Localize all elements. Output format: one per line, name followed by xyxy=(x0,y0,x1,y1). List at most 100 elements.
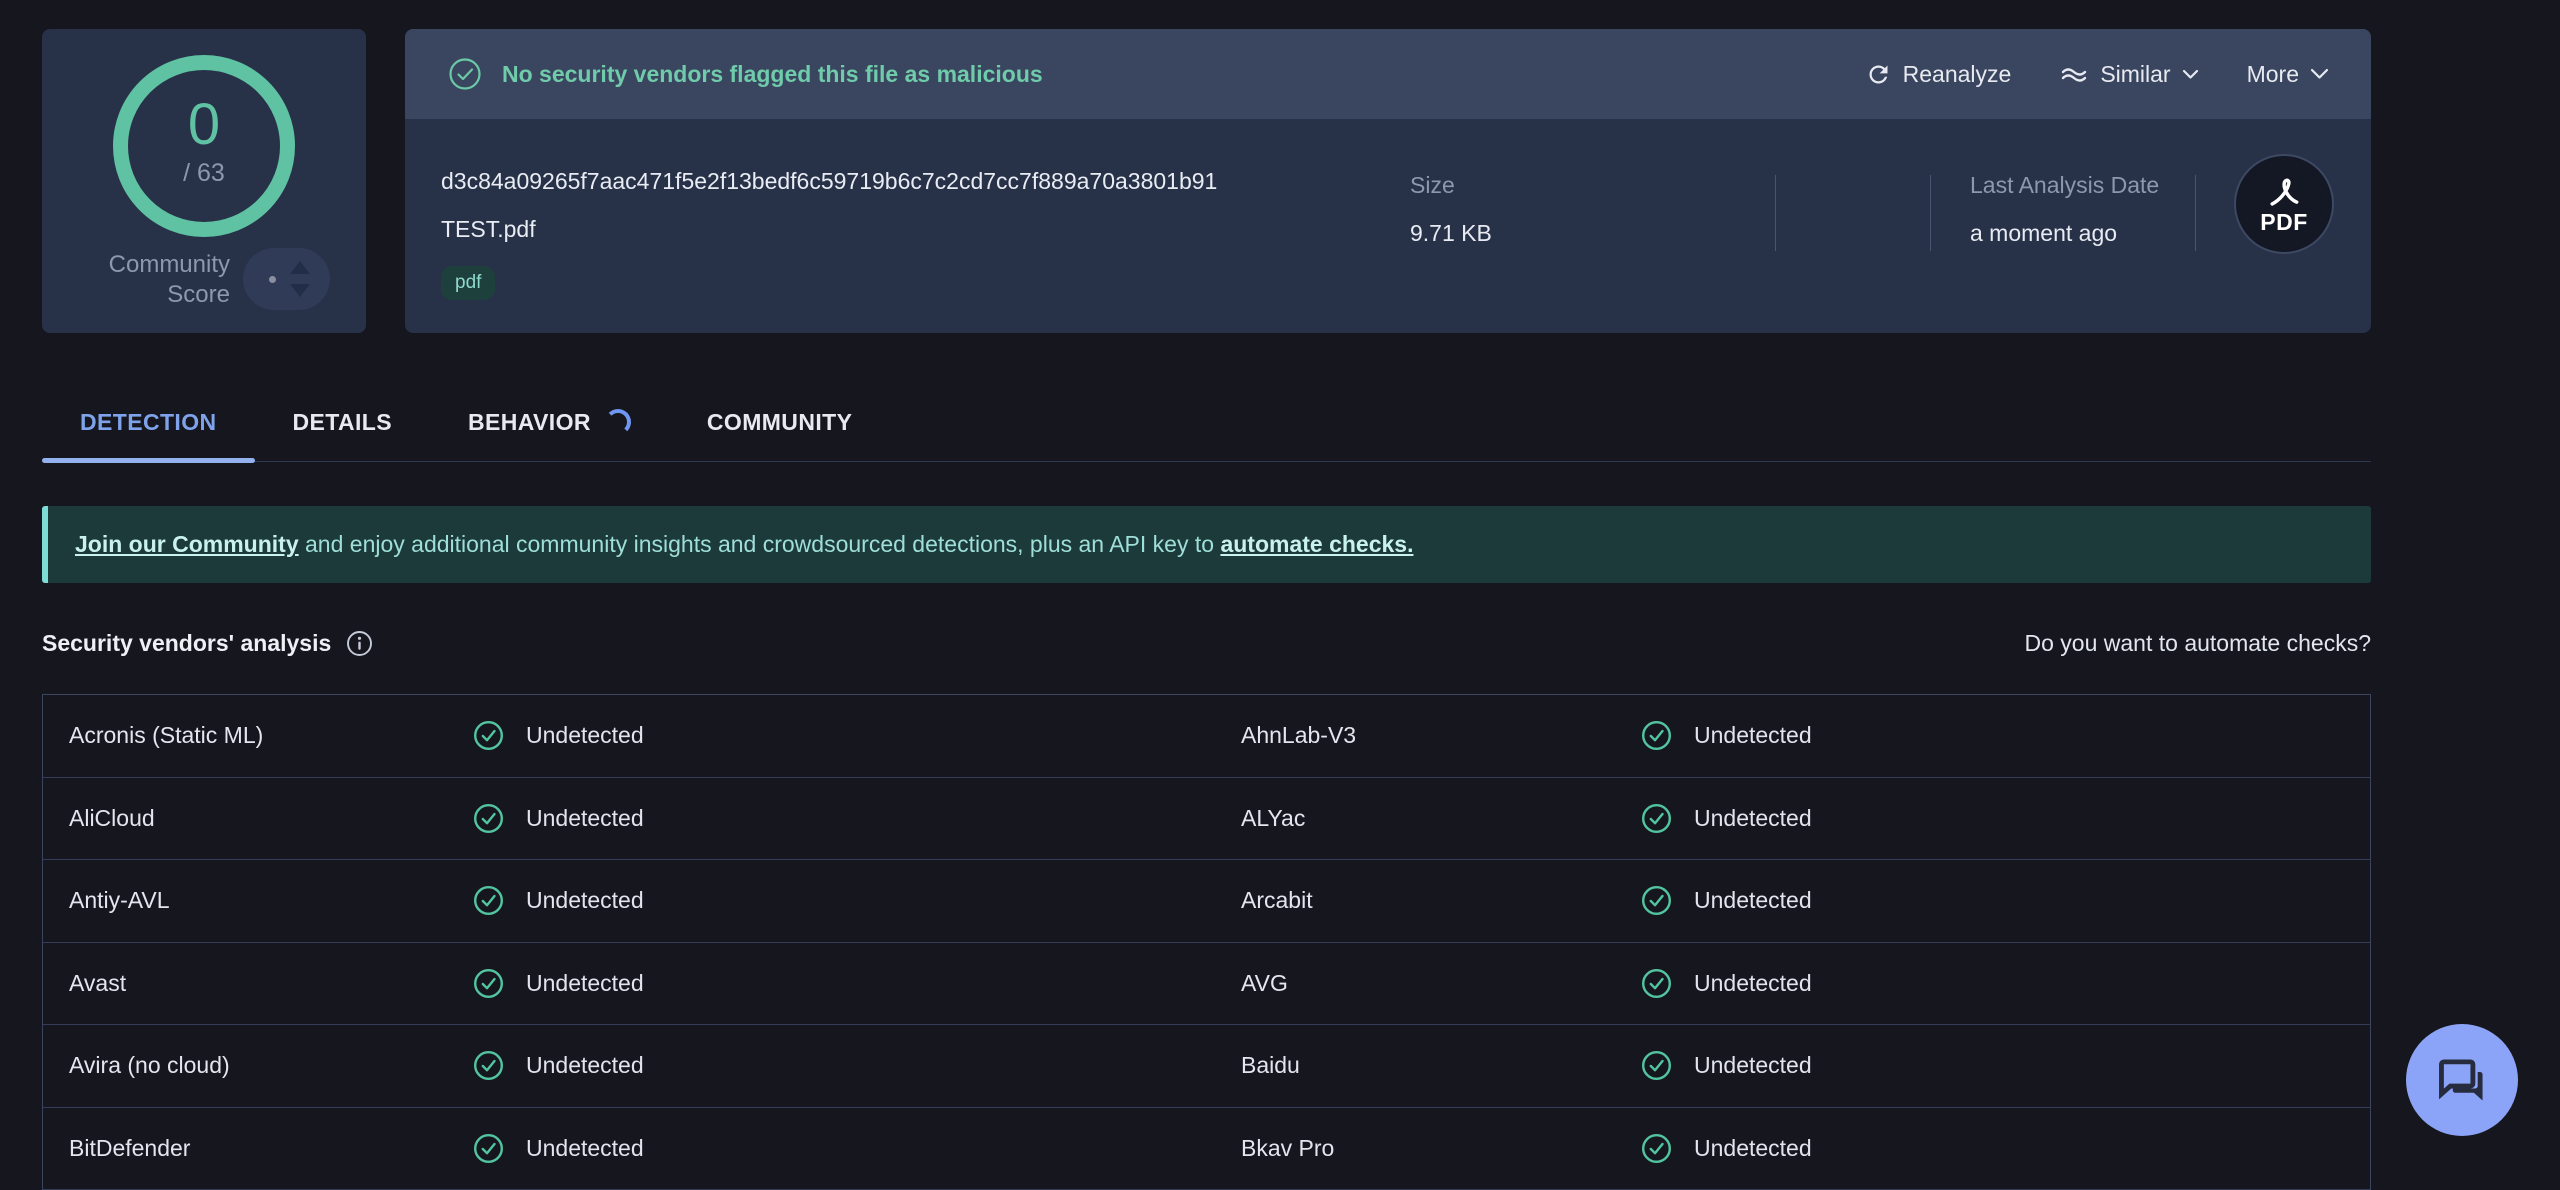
last-analysis-date-value: a moment ago xyxy=(1970,220,2117,247)
behavior-loading-spinner-icon xyxy=(605,409,631,435)
pdf-badge-label: PDF xyxy=(2260,209,2308,236)
file-type-tag[interactable]: pdf xyxy=(441,266,495,300)
info-icon[interactable] xyxy=(346,630,373,657)
vendor-name: Arcabit xyxy=(1215,887,1615,914)
vendor-analysis-table: Acronis (Static ML) Undetected AhnLab-V3… xyxy=(42,694,2371,1190)
undetected-check-icon xyxy=(1641,968,1672,999)
undetected-check-icon xyxy=(473,1133,504,1164)
vendor-status: Undetected xyxy=(447,968,1215,999)
vendor-name: AliCloud xyxy=(43,805,447,832)
undetected-check-icon xyxy=(1641,720,1672,751)
status-label: Undetected xyxy=(526,887,644,914)
tab-community[interactable]: COMMUNITY xyxy=(669,383,890,461)
join-community-banner: Join our Community and enjoy additional … xyxy=(42,506,2371,583)
undetected-check-icon xyxy=(1641,1050,1672,1081)
tab-behavior-label: BEHAVIOR xyxy=(468,409,591,436)
vendor-status: Undetected xyxy=(447,885,1215,916)
vendor-name: Acronis (Static ML) xyxy=(43,722,447,749)
vendor-name: Antiy-AVL xyxy=(43,887,447,914)
status-label: Undetected xyxy=(1694,1135,1812,1162)
table-row: Acronis (Static ML) Undetected AhnLab-V3… xyxy=(43,695,2370,778)
chevron-down-icon xyxy=(2310,68,2329,80)
size-label: Size xyxy=(1410,172,1455,199)
more-button[interactable]: More xyxy=(2247,61,2329,88)
tab-detection[interactable]: DETECTION xyxy=(42,383,255,461)
chat-support-button[interactable] xyxy=(2406,1024,2518,1136)
size-value: 9.71 KB xyxy=(1410,220,1492,247)
vendor-status: Undetected xyxy=(447,803,1215,834)
vendor-status: Undetected xyxy=(1615,968,2370,999)
vendor-name: Bkav Pro xyxy=(1215,1135,1615,1162)
vendor-status: Undetected xyxy=(1615,803,2370,834)
vendor-status: Undetected xyxy=(447,1050,1215,1081)
tab-behavior[interactable]: BEHAVIOR xyxy=(430,383,669,461)
status-label: Undetected xyxy=(526,722,644,749)
undetected-check-icon xyxy=(1641,885,1672,916)
vendor-status: Undetected xyxy=(1615,720,2370,751)
status-label: Undetected xyxy=(1694,805,1812,832)
detection-score-ring: 0 / 63 xyxy=(113,55,295,237)
vendor-name: AVG xyxy=(1215,970,1615,997)
similar-label: Similar xyxy=(2100,61,2170,88)
reanalyze-label: Reanalyze xyxy=(1903,61,2012,88)
status-label: Undetected xyxy=(1694,722,1812,749)
table-row: AliCloud Undetected ALYac Undetected xyxy=(43,778,2370,861)
undetected-check-icon xyxy=(473,885,504,916)
status-label: Undetected xyxy=(1694,1052,1812,1079)
undetected-check-icon xyxy=(473,803,504,834)
vendor-name: Baidu xyxy=(1215,1052,1615,1079)
status-label: Undetected xyxy=(526,805,644,832)
vendor-name: ALYac xyxy=(1215,805,1615,832)
vendor-name: Avast xyxy=(43,970,447,997)
tab-details-label: DETAILS xyxy=(293,409,392,436)
undetected-check-icon xyxy=(473,720,504,751)
file-sha256-hash: d3c84a09265f7aac471f5e2f13bedf6c59719b6c… xyxy=(441,168,1217,195)
detection-score-value: 0 xyxy=(188,96,220,154)
page: { "colors": { "page-bg": "#16161e", "car… xyxy=(0,0,2560,1178)
vote-down-arrow-icon[interactable] xyxy=(290,284,310,297)
vendor-name: AhnLab-V3 xyxy=(1215,722,1615,749)
verdict-text: No security vendors flagged this file as… xyxy=(502,61,1043,88)
tab-detection-label: DETECTION xyxy=(80,409,217,436)
similar-waves-icon xyxy=(2059,62,2089,86)
status-label: Undetected xyxy=(1694,887,1812,914)
tab-details[interactable]: DETAILS xyxy=(255,383,430,461)
table-row: Antiy-AVL Undetected Arcabit Undetected xyxy=(43,860,2370,943)
table-row: Avira (no cloud) Undetected Baidu Undete… xyxy=(43,1025,2370,1108)
undetected-check-icon xyxy=(1641,803,1672,834)
vendor-name: Avira (no cloud) xyxy=(43,1052,447,1079)
community-banner-text: and enjoy additional community insights … xyxy=(299,531,1221,557)
table-row: Avast Undetected AVG Undetected xyxy=(43,943,2370,1026)
metadata-divider xyxy=(2195,175,2196,251)
analysis-section-header: Security vendors' analysis Do you want t… xyxy=(42,630,2371,657)
vote-dot xyxy=(269,276,276,283)
last-analysis-date-label: Last Analysis Date xyxy=(1970,172,2159,199)
status-label: Undetected xyxy=(1694,970,1812,997)
file-report-card: No security vendors flagged this file as… xyxy=(405,29,2371,333)
reanalyze-button[interactable]: Reanalyze xyxy=(1865,61,2012,88)
undetected-check-icon xyxy=(1641,1133,1672,1164)
more-label: More xyxy=(2247,61,2299,88)
vendor-status: Undetected xyxy=(447,720,1215,751)
community-score-label-line1: Community xyxy=(72,250,230,280)
community-vote-stepper[interactable] xyxy=(243,248,330,310)
automate-checks-link[interactable]: automate checks. xyxy=(1220,531,1413,557)
pdf-file-badge: PDF xyxy=(2234,154,2334,254)
acrobat-icon xyxy=(2262,173,2306,213)
automate-checks-question-link[interactable]: Do you want to automate checks? xyxy=(2025,630,2371,657)
similar-button[interactable]: Similar xyxy=(2059,61,2198,88)
chevron-down-icon xyxy=(2182,69,2199,80)
vote-up-arrow-icon[interactable] xyxy=(290,261,310,274)
status-label: Undetected xyxy=(526,1052,644,1079)
join-community-link[interactable]: Join our Community xyxy=(75,531,299,557)
file-name: TEST.pdf xyxy=(441,216,536,243)
vendor-status: Undetected xyxy=(1615,1133,2370,1164)
vendor-status: Undetected xyxy=(1615,1050,2370,1081)
community-score-label-line2: Score xyxy=(72,280,230,310)
detection-score-denominator: / 63 xyxy=(183,159,225,188)
check-circle-icon xyxy=(448,57,482,91)
undetected-check-icon xyxy=(473,1050,504,1081)
status-label: Undetected xyxy=(526,970,644,997)
tab-community-label: COMMUNITY xyxy=(707,409,852,436)
vendor-status: Undetected xyxy=(1615,885,2370,916)
